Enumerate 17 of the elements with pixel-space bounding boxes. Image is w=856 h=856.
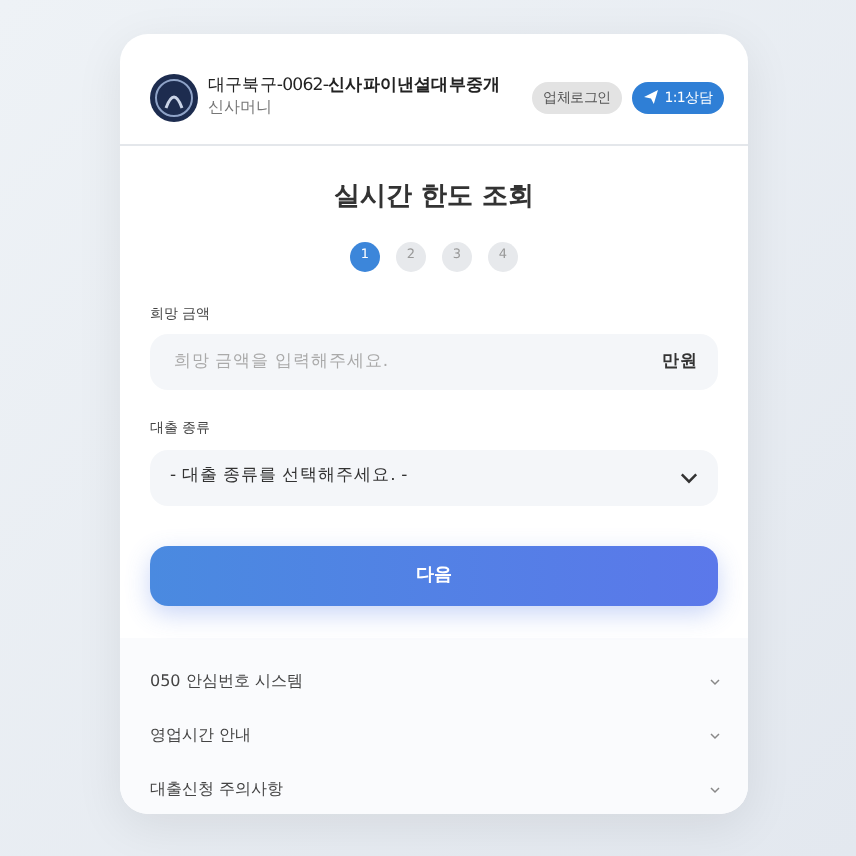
chevron-down-icon: [680, 471, 698, 483]
company-subtitle: 신사머니: [208, 96, 274, 121]
accordion-item[interactable]: 영업시간 안내: [120, 708, 748, 763]
chevron-icon: [710, 731, 720, 740]
logo: [150, 74, 198, 122]
chevron-icon: [710, 677, 720, 686]
accordion-item[interactable]: 050 안심번호 시스템: [120, 654, 748, 709]
page-title: 실시간 한도 조회: [331, 180, 537, 216]
company-title: 대구북구-0062-신사파이낸셜대부중개: [208, 75, 503, 97]
send-icon: [644, 89, 659, 104]
amount-field[interactable]: 희망 금액을 입력해주세요. 만원: [150, 334, 718, 390]
next-button[interactable]: 다음: [150, 546, 718, 607]
amount-input[interactable]: 희망 금액을 입력해주세요.: [170, 347, 662, 377]
loan-type-select[interactable]: - 대출 종류를 선택해주세요. -: [150, 449, 718, 505]
unit-label: 만원: [662, 349, 698, 375]
accordion-item[interactable]: 대출신청 주의사항: [120, 762, 748, 814]
chevron-icon: [710, 785, 720, 794]
